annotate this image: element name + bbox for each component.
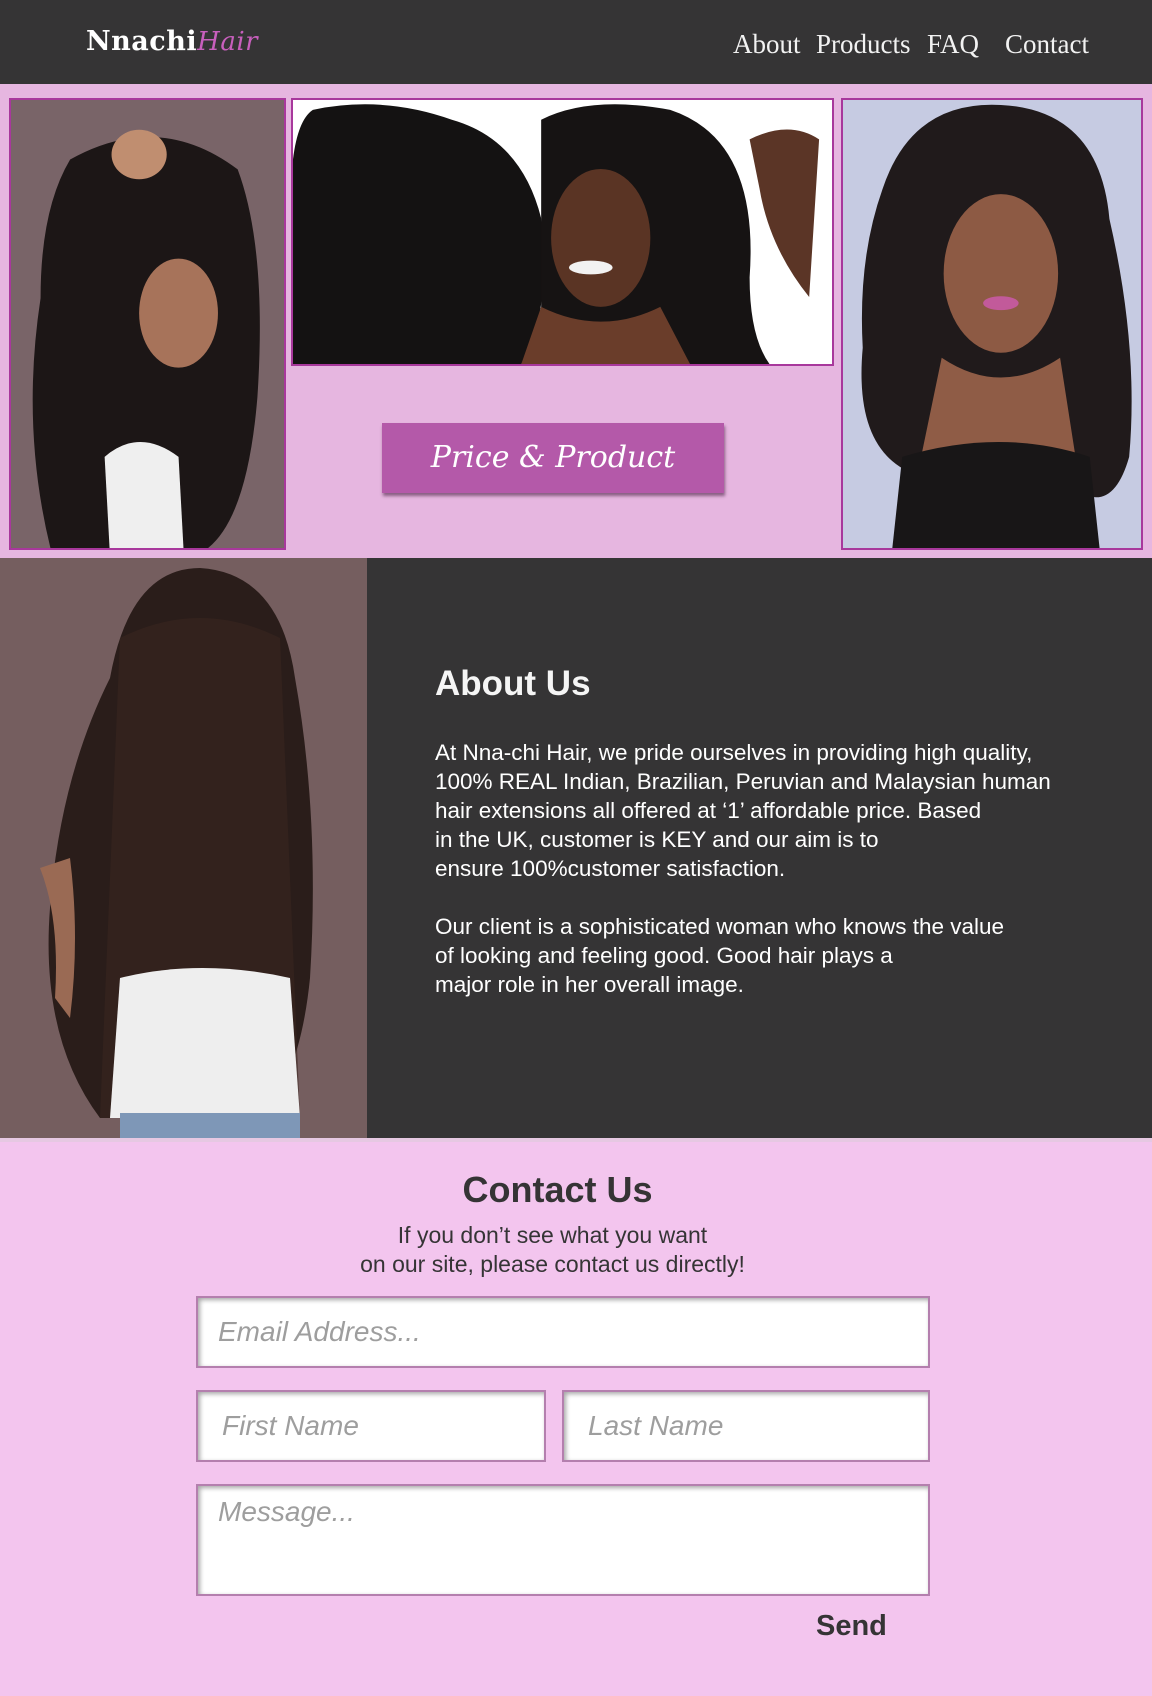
site-header: NnachiHair About Products FAQ Contact [0,0,1152,84]
hero-photo-left [9,98,286,550]
nav-link-contact[interactable]: Contact [1005,24,1089,64]
send-button[interactable]: Send [816,1604,900,1648]
message-field[interactable] [196,1484,930,1596]
logo-main-text: Nnachi [86,26,198,57]
about-photo [0,558,367,1138]
first-name-field[interactable] [196,1390,546,1462]
hero-photo-center [291,98,834,366]
price-product-button[interactable]: Price & Product [382,423,724,493]
section-divider [0,1138,1152,1142]
about-paragraph-2: Our client is a sophisticated woman who … [435,914,1005,997]
nav-link-about[interactable]: About [733,24,801,64]
contact-subtitle: If you don’t see what you want on our si… [360,1222,745,1277]
hero-section: Price & Product [0,84,1152,558]
email-field[interactable] [196,1296,930,1368]
about-section: About Us At Nna-chi Hair, we pride ourse… [0,558,1152,1138]
logo-accent-text: Hair [197,27,259,57]
site-logo[interactable]: NnachiHair [86,22,258,62]
nav-link-products[interactable]: Products [816,24,911,64]
about-title: About Us [435,664,591,703]
about-paragraph-1: At Nna-chi Hair, we pride ourselves in p… [435,740,1051,881]
nav-link-faq[interactable]: FAQ [927,24,979,64]
last-name-field[interactable] [562,1390,930,1462]
hero-photo-right [841,98,1143,550]
contact-title: Contact Us [462,1169,653,1210]
